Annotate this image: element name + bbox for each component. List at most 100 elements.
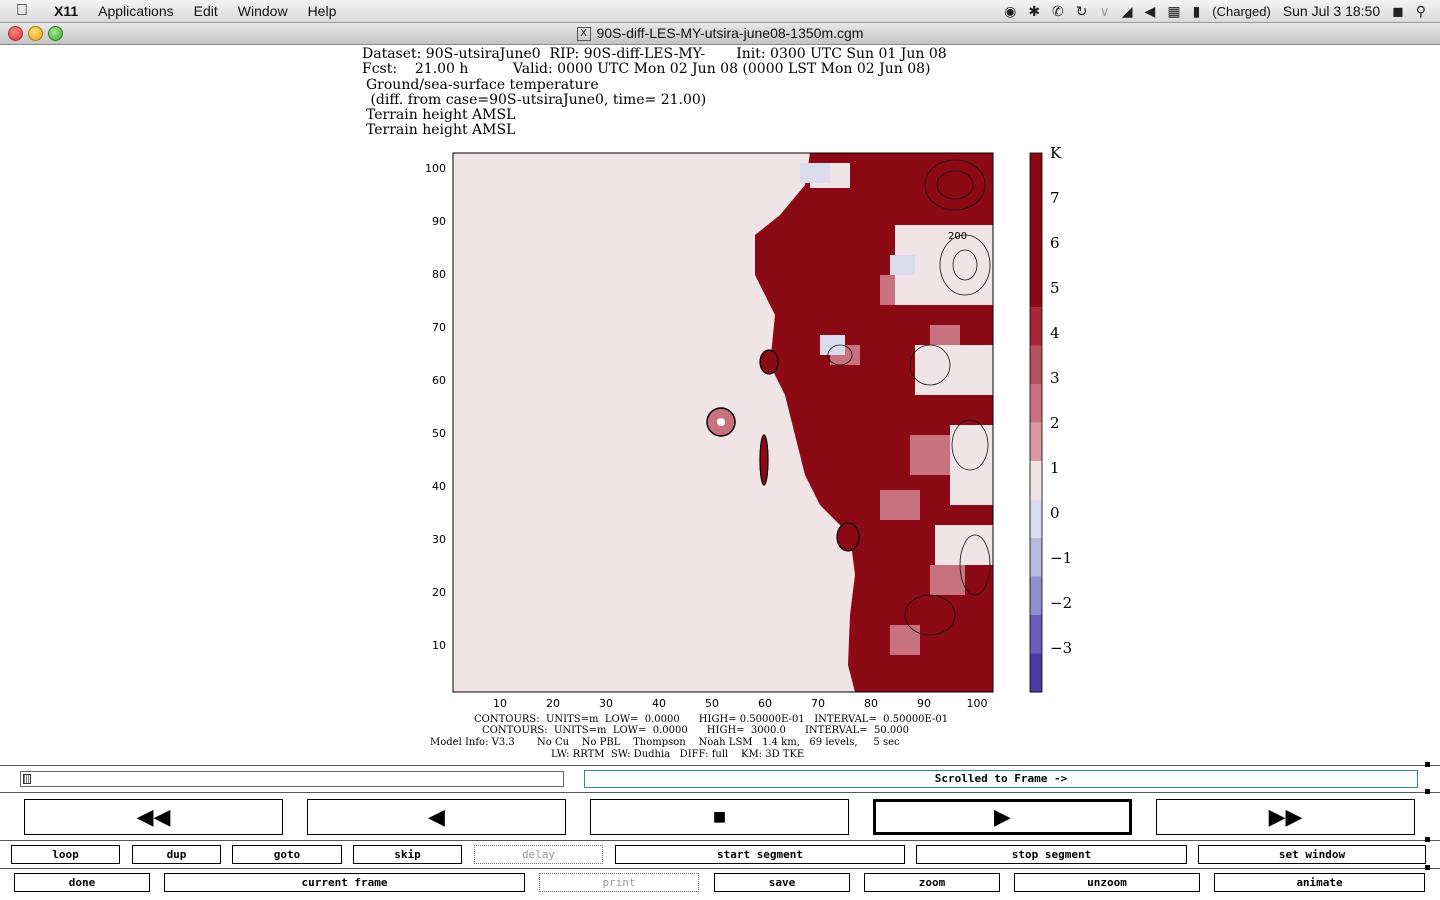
bluetooth-icon[interactable]: ∨: [1100, 3, 1110, 20]
colorbar-segment: [1030, 653, 1042, 693]
colorbar-segment: [1030, 576, 1042, 616]
colorbar-segment: [1030, 538, 1042, 577]
panel-divider: [0, 765, 1440, 766]
frame-status: Scrolled to Frame ->: [584, 770, 1418, 788]
x-tick-label: 40: [652, 697, 666, 710]
panel-divider: [0, 868, 1440, 869]
menu-applications[interactable]: Applications: [88, 3, 184, 19]
menu-window[interactable]: Window: [228, 3, 298, 19]
colorbar-segment: [1030, 422, 1042, 462]
battery-icon[interactable]: ▮: [1193, 3, 1201, 20]
colorbar-segment: [1030, 268, 1042, 308]
loop-button[interactable]: loop: [11, 845, 120, 864]
unzoom-button[interactable]: unzoom: [1014, 873, 1200, 892]
colorbar-segment: [1030, 307, 1042, 346]
calendar-icon[interactable]: ▦: [1167, 3, 1180, 20]
resize-handle[interactable]: [1425, 762, 1430, 767]
zoom-button[interactable]: zoom: [864, 873, 1000, 892]
window-title-bar: X 90S-diff-LES-MY-utsira-june08-1350m.cgm: [0, 23, 1440, 45]
print-button[interactable]: print: [539, 873, 699, 892]
footer-line-2: CONTOURS: UNITS=m LOW= 0.0000 HIGH= 3000…: [482, 725, 909, 736]
spotlight-search-icon[interactable]: ⚲: [1416, 3, 1426, 20]
phone-icon[interactable]: ✆: [1052, 3, 1064, 20]
temperature-map-plot: 200 100 90 80 70 60 50 40 30 20 10 10 20…: [425, 145, 1072, 710]
footer-line-4: LW: RRTM SW: Dudhia DIFF: full KM: 3D TK…: [551, 749, 805, 760]
window-title: 90S-diff-LES-MY-utsira-june08-1350m.cgm: [596, 25, 864, 41]
y-tick-label: 60: [432, 374, 446, 387]
colorbar-tick: −3: [1050, 639, 1072, 657]
colorbar-tick: 6: [1050, 234, 1060, 252]
menu-bar:  X11 Applications Edit Window Help ◉ ✱ …: [0, 0, 1440, 23]
menu-clock[interactable]: Sun Jul 3 18:50: [1283, 3, 1380, 19]
y-tick-label: 50: [432, 427, 446, 440]
step-back-button[interactable]: ◀: [307, 799, 566, 835]
menu-help[interactable]: Help: [298, 3, 347, 19]
save-button[interactable]: save: [714, 873, 850, 892]
x-axis: 10 20 30 40 50 60 70 80 90 100: [493, 697, 988, 710]
y-axis: 100 90 80 70 60 50 40 30 20 10: [425, 162, 446, 652]
resize-handle[interactable]: [1425, 837, 1430, 842]
y-tick-label: 20: [432, 586, 446, 599]
volume-icon[interactable]: ◀: [1145, 3, 1156, 20]
header-line-6: Terrain height AMSL: [366, 122, 516, 138]
x-tick-label: 60: [758, 697, 772, 710]
colorbar-segment: [1030, 191, 1042, 231]
y-tick-label: 10: [432, 639, 446, 652]
stop-segment-button[interactable]: stop segment: [916, 845, 1187, 864]
colorbar-tick: 2: [1050, 414, 1060, 432]
colorbar-tick: 4: [1050, 324, 1060, 342]
user-icon[interactable]: ◼: [1392, 3, 1404, 20]
colorbar-tick: −2: [1050, 594, 1072, 612]
status-app-icon[interactable]: ◉: [1004, 3, 1016, 20]
island-marker: [706, 407, 736, 437]
wifi-icon[interactable]: ◢: [1122, 3, 1133, 20]
current-frame-button[interactable]: current frame: [164, 873, 525, 892]
colorbar-segment: [1030, 615, 1042, 654]
map-field: 200: [452, 152, 994, 693]
colorbar-segment: [1030, 345, 1042, 385]
y-tick-label: 100: [425, 162, 446, 175]
done-button[interactable]: done: [14, 873, 150, 892]
y-tick-label: 90: [432, 215, 446, 228]
goto-button[interactable]: goto: [232, 845, 342, 864]
skip-button[interactable]: skip: [353, 845, 462, 864]
play-button[interactable]: ▶: [873, 799, 1132, 835]
network-icon[interactable]: ✱: [1028, 3, 1040, 20]
colorbar-segment: [1030, 499, 1042, 539]
colorbar-segment: [1030, 384, 1042, 423]
x-tick-label: 50: [705, 697, 719, 710]
apple-menu-icon[interactable]: : [0, 2, 44, 20]
x-tick-label: 30: [599, 697, 613, 710]
colorbar-segment: [1030, 153, 1042, 192]
animate-button[interactable]: animate: [1214, 873, 1425, 892]
header-line-5: Terrain height AMSL: [366, 107, 516, 123]
resize-handle[interactable]: [1425, 789, 1430, 794]
menu-app[interactable]: X11: [44, 3, 88, 19]
battery-status: (Charged): [1212, 3, 1271, 19]
set-window-button[interactable]: set window: [1198, 845, 1426, 864]
panel-divider: [0, 792, 1440, 793]
start-segment-button[interactable]: start segment: [615, 845, 905, 864]
y-tick-label: 70: [432, 321, 446, 334]
header-line-1: Dataset: 90S-utsiraJune0 RIP: 90S-diff-L…: [362, 46, 947, 62]
header-line-3: Ground/sea-surface temperature: [366, 77, 599, 93]
x-tick-label: 10: [493, 697, 507, 710]
rewind-button[interactable]: ◀◀: [24, 799, 283, 835]
menu-edit[interactable]: Edit: [184, 3, 228, 19]
delay-button[interactable]: delay: [474, 845, 603, 864]
colorbar-tick: −1: [1050, 549, 1072, 567]
dup-button[interactable]: dup: [132, 845, 221, 864]
colorbar-segment: [1030, 230, 1042, 269]
x11-document-icon: X: [576, 27, 591, 42]
colorbar-segment: [1030, 461, 1042, 500]
fast-forward-button[interactable]: ▶▶: [1156, 799, 1415, 835]
time-machine-icon[interactable]: ↻: [1076, 3, 1088, 20]
resize-handle[interactable]: [1425, 865, 1430, 870]
footer-line-3: Model Info: V3.3 No Cu No PBL Thompson N…: [430, 737, 900, 748]
frame-scrollbar[interactable]: [20, 771, 564, 787]
footer-line-1: CONTOURS: UNITS=m LOW= 0.0000 HIGH= 0.50…: [474, 714, 949, 725]
colorbar-tick: 1: [1050, 459, 1060, 477]
scrollbar-thumb[interactable]: [23, 774, 31, 784]
stop-button[interactable]: ■: [590, 799, 849, 835]
x-tick-label: 70: [811, 697, 825, 710]
